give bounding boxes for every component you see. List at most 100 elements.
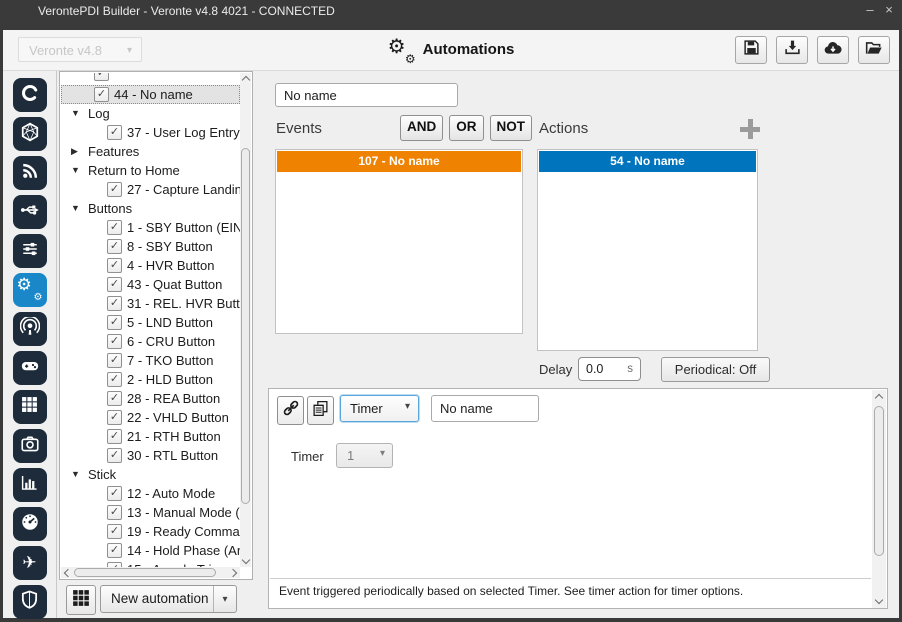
timer-number-select[interactable]: 1 ▾ bbox=[336, 443, 393, 468]
scroll-right-arrow-icon[interactable] bbox=[228, 567, 240, 578]
automation-groups-button[interactable] bbox=[66, 585, 96, 615]
checkbox[interactable]: ✓ bbox=[107, 505, 122, 520]
actions-list[interactable]: 54 - No name bbox=[537, 149, 758, 351]
scroll-left-arrow-icon[interactable] bbox=[61, 567, 73, 578]
sidebar-item-gauge[interactable] bbox=[13, 507, 47, 541]
checkbox[interactable]: ✓ bbox=[107, 543, 122, 558]
scroll-up-arrow-icon[interactable] bbox=[872, 390, 886, 404]
tree-row[interactable]: ✓28 - REA Button bbox=[61, 389, 240, 408]
sidebar-item-sliders[interactable] bbox=[13, 234, 47, 268]
sidebar-item-plane[interactable]: ✈ bbox=[13, 546, 47, 580]
sidebar-item-bar-chart[interactable] bbox=[13, 468, 47, 502]
operator-not-button[interactable]: NOT bbox=[490, 115, 533, 141]
tree-row[interactable]: ✓30 - RTL Button bbox=[61, 446, 240, 465]
add-action-plus-icon[interactable] bbox=[740, 119, 760, 139]
checkbox[interactable]: ✓ bbox=[107, 353, 122, 368]
sidebar-item-usb[interactable] bbox=[13, 195, 47, 229]
collapse-triangle-icon[interactable]: ▼ bbox=[71, 203, 80, 213]
tree-group[interactable]: ▼Buttons bbox=[61, 199, 240, 218]
scroll-up-arrow-icon[interactable] bbox=[240, 73, 251, 85]
event-type-select[interactable]: Timer ▾ bbox=[340, 395, 419, 422]
tree-row[interactable]: ✓37 - User Log Entry bbox=[61, 123, 240, 142]
checkbox[interactable]: ✓ bbox=[107, 429, 122, 444]
sidebar-item-mesh-hexagon[interactable] bbox=[13, 117, 47, 151]
scroll-down-arrow-icon[interactable] bbox=[240, 555, 251, 567]
tree-row[interactable]: ✓12 - Auto Mode bbox=[61, 484, 240, 503]
copy-button[interactable] bbox=[307, 396, 334, 425]
tree-row[interactable]: ✓19 - Ready Command bbox=[61, 522, 240, 541]
event-item-header[interactable]: 107 - No name bbox=[277, 151, 521, 172]
tree-row[interactable]: ✓4 - HVR Button bbox=[61, 256, 240, 275]
save-button[interactable] bbox=[735, 36, 767, 64]
checkbox[interactable]: ✓ bbox=[107, 524, 122, 539]
collapse-triangle-icon[interactable]: ▼ bbox=[71, 165, 80, 175]
tree-row[interactable]: ✓5 - LND Button bbox=[61, 313, 240, 332]
operator-or-button[interactable]: OR bbox=[449, 115, 483, 141]
tree-row[interactable]: ✓44 - No name bbox=[61, 85, 240, 104]
collapse-triangle-icon[interactable]: ▼ bbox=[71, 469, 80, 479]
checkbox[interactable]: ✓ bbox=[107, 220, 122, 235]
sidebar-item-podcast[interactable] bbox=[13, 312, 47, 346]
events-list[interactable]: 107 - No name bbox=[275, 149, 523, 334]
tree-horizontal-scrollbar[interactable] bbox=[61, 567, 240, 578]
action-item-header[interactable]: 54 - No name bbox=[539, 151, 756, 172]
checkbox[interactable]: ✓ bbox=[107, 239, 122, 254]
sidebar-item-rss[interactable] bbox=[13, 156, 47, 190]
sidebar-item-gamepad[interactable] bbox=[13, 351, 47, 385]
minimize-button[interactable]: – bbox=[862, 2, 878, 18]
tree-group[interactable]: ▼Stick bbox=[61, 465, 240, 484]
tree-row[interactable]: ✓6 - CRU Button bbox=[61, 332, 240, 351]
tree-vertical-scrollbar[interactable] bbox=[240, 73, 251, 567]
event-name-input[interactable] bbox=[431, 395, 539, 422]
sidebar-item-power-ring[interactable] bbox=[13, 78, 47, 112]
expand-triangle-icon[interactable]: ▶ bbox=[71, 146, 78, 157]
checkbox[interactable]: ✓ bbox=[94, 87, 109, 102]
tree-group[interactable]: ▼Log bbox=[61, 104, 240, 123]
new-automation-button[interactable]: New automation ▾ bbox=[100, 585, 237, 613]
tree-row[interactable]: ✓27 - Capture Landing P bbox=[61, 180, 240, 199]
sidebar-item-shield[interactable] bbox=[13, 585, 47, 619]
checkbox[interactable]: ✓ bbox=[94, 73, 109, 81]
editor-vertical-scrollbar[interactable] bbox=[872, 390, 886, 608]
tree-row[interactable]: ✓ bbox=[61, 73, 240, 85]
sidebar-item-automations-gears[interactable]: ⚙⚙ bbox=[13, 273, 47, 307]
tree-row[interactable]: ✓31 - REL. HVR Button bbox=[61, 294, 240, 313]
checkbox[interactable]: ✓ bbox=[107, 334, 122, 349]
open-folder-button[interactable] bbox=[858, 36, 890, 64]
checkbox[interactable]: ✓ bbox=[107, 486, 122, 501]
collapse-triangle-icon[interactable]: ▼ bbox=[71, 108, 80, 118]
delay-input[interactable]: 0.0 s bbox=[578, 357, 641, 381]
checkbox[interactable]: ✓ bbox=[107, 410, 122, 425]
tree-row[interactable]: ✓21 - RTH Button bbox=[61, 427, 240, 446]
periodical-toggle-button[interactable]: Periodical: Off bbox=[661, 357, 770, 382]
tree-row[interactable]: ✓8 - SBY Button bbox=[61, 237, 240, 256]
sidebar-item-grid[interactable] bbox=[13, 390, 47, 424]
new-automation-dropdown[interactable]: ▾ bbox=[213, 586, 236, 612]
tree-group[interactable]: ▼Return to Home bbox=[61, 161, 240, 180]
checkbox[interactable]: ✓ bbox=[107, 391, 122, 406]
scrollbar-thumb[interactable] bbox=[74, 568, 216, 577]
version-select[interactable]: Veronte v4.8 ▾ bbox=[18, 37, 142, 62]
tree-row[interactable]: ✓2 - HLD Button bbox=[61, 370, 240, 389]
tree-row[interactable]: ✓7 - TKO Button bbox=[61, 351, 240, 370]
automation-name-input[interactable] bbox=[275, 83, 458, 107]
checkbox[interactable]: ✓ bbox=[107, 182, 122, 197]
tree-row[interactable]: ✓14 - Hold Phase (Arcad bbox=[61, 541, 240, 560]
checkbox[interactable]: ✓ bbox=[107, 372, 122, 387]
import-button[interactable] bbox=[776, 36, 808, 64]
scrollbar-thumb[interactable] bbox=[241, 148, 250, 504]
link-button[interactable] bbox=[277, 396, 304, 425]
checkbox[interactable]: ✓ bbox=[107, 296, 122, 311]
checkbox[interactable]: ✓ bbox=[107, 258, 122, 273]
scrollbar-thumb[interactable] bbox=[874, 406, 884, 556]
close-button[interactable]: × bbox=[881, 2, 897, 18]
checkbox[interactable]: ✓ bbox=[107, 448, 122, 463]
tree-row[interactable]: ✓22 - VHLD Button bbox=[61, 408, 240, 427]
cloud-download-button[interactable] bbox=[817, 36, 849, 64]
checkbox[interactable]: ✓ bbox=[107, 315, 122, 330]
tree-row[interactable]: ✓1 - SBY Button (EIN) bbox=[61, 218, 240, 237]
operator-and-button[interactable]: AND bbox=[400, 115, 443, 141]
tree-row[interactable]: ✓15 - Arcade Trim bbox=[61, 560, 240, 567]
checkbox[interactable]: ✓ bbox=[107, 125, 122, 140]
sidebar-item-camera[interactable] bbox=[13, 429, 47, 463]
